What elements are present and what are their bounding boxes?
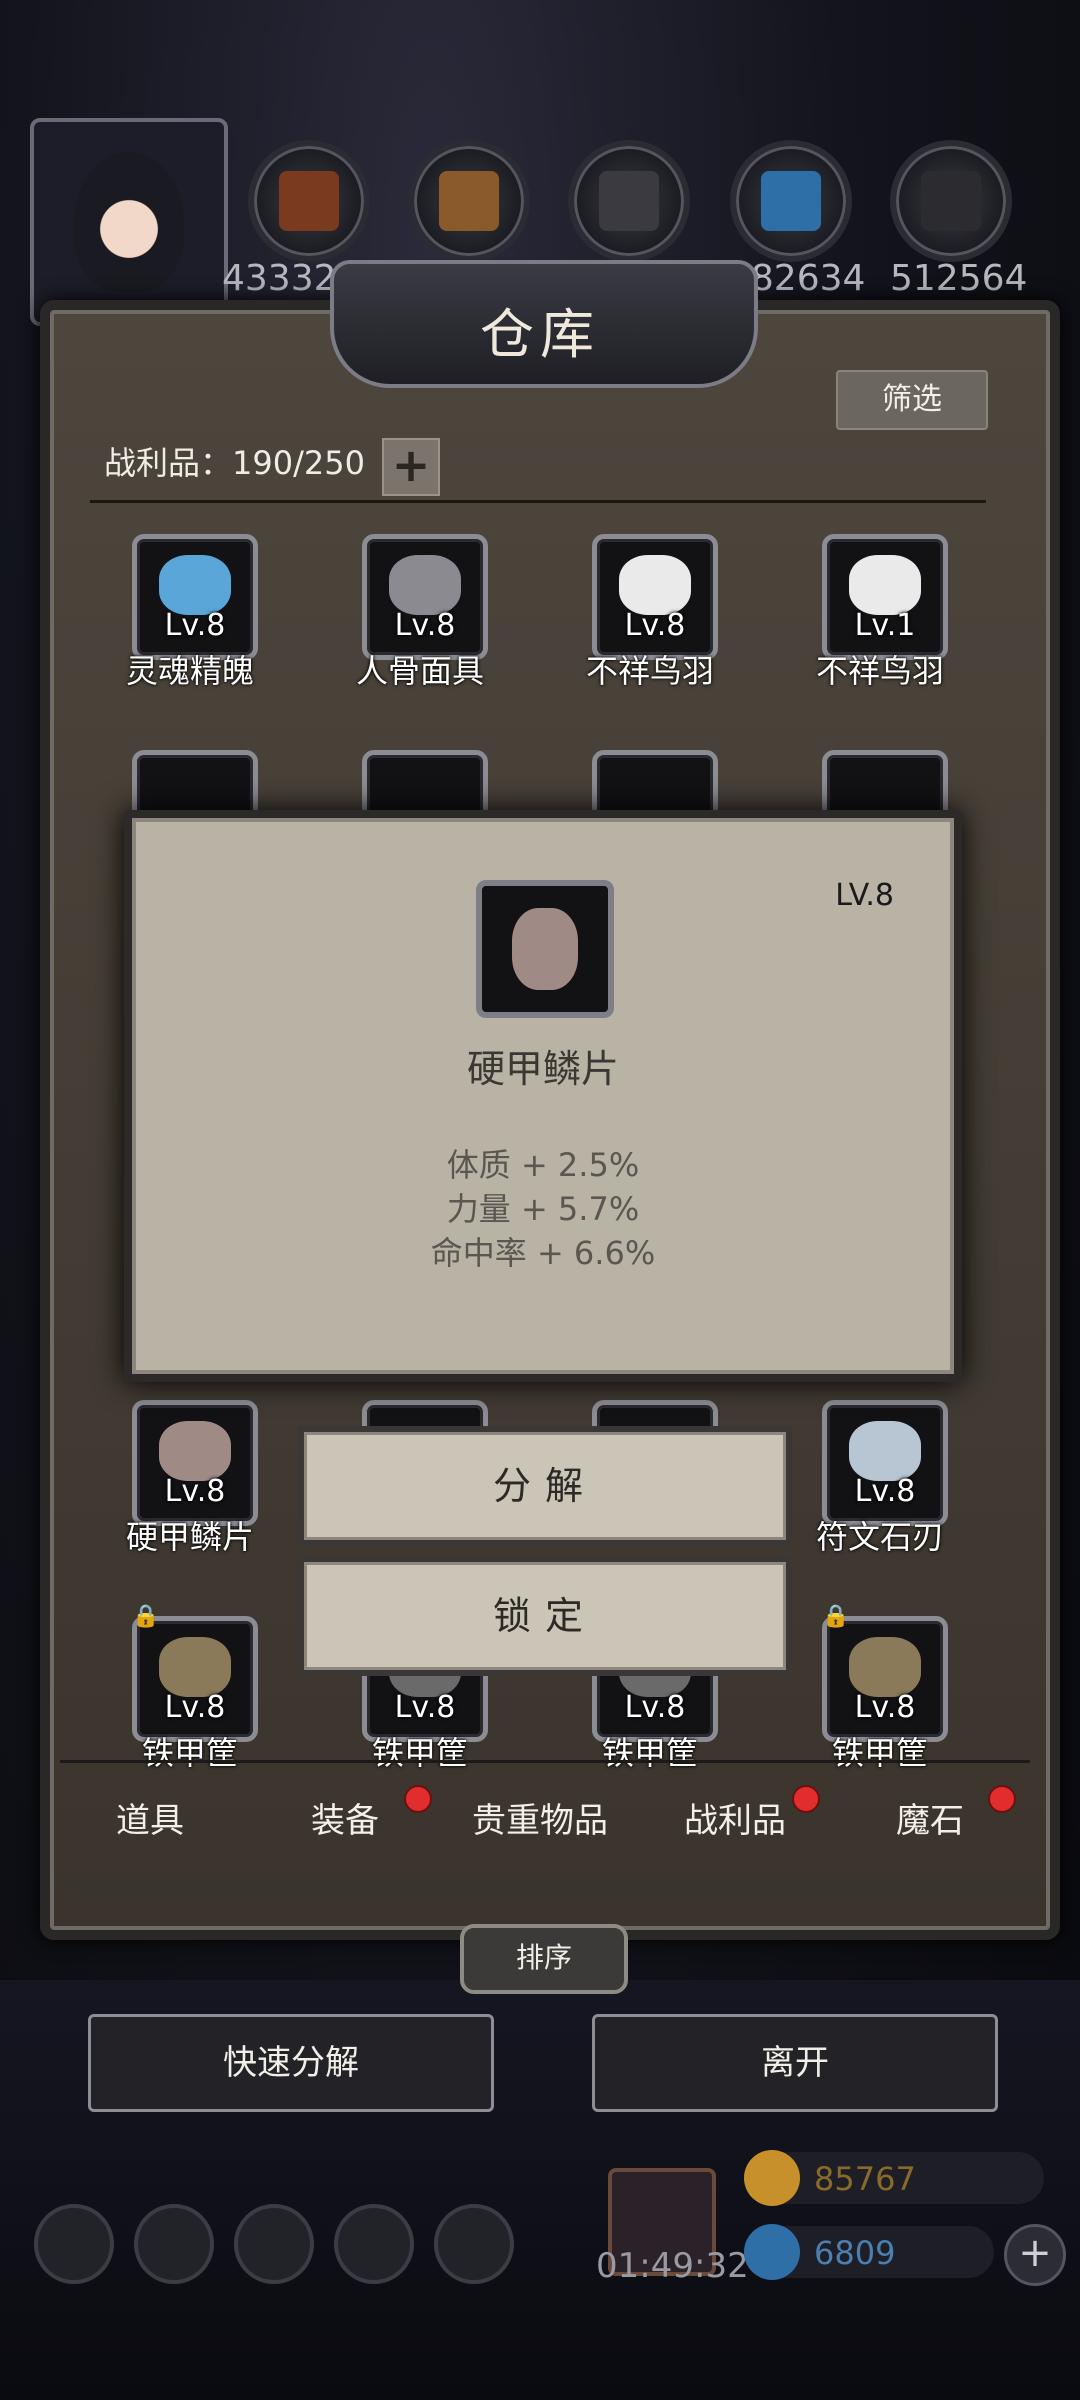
decompose-button[interactable]: 分解 [298, 1426, 792, 1546]
item-level: Lv.1 [854, 608, 916, 643]
page-title: 仓库 [480, 303, 600, 366]
item-slot[interactable]: Lv.8 硬甲鳞片 [92, 1400, 282, 1556]
modal-item-name: 硬甲鳞片 [466, 1047, 619, 1091]
item-level: Lv.8 [854, 1474, 916, 1509]
wood-icon [439, 171, 499, 231]
gem-icon [744, 2224, 800, 2280]
resource-leather[interactable] [248, 140, 370, 262]
item-name: 符文石刃 [815, 1518, 944, 1556]
armor-scale-icon [159, 1421, 231, 1481]
notification-dot [404, 1785, 432, 1813]
resource-iron[interactable] [568, 140, 690, 262]
gem-display: 6809 [744, 2224, 994, 2280]
iron-basket-icon [159, 1637, 231, 1697]
item-slot[interactable]: Lv.1 不祥鸟羽 [782, 534, 972, 690]
modal-item-frame [476, 880, 614, 1018]
resource-value: 512564 [890, 258, 1028, 299]
feather-icon [849, 555, 921, 615]
item-name: 不祥鸟羽 [585, 652, 714, 690]
modal-attribute: 体质 + 2.5% [446, 1146, 640, 1184]
item-level: Lv.8 [164, 608, 226, 643]
item-slot[interactable]: Lv.8 不祥鸟羽 [552, 534, 742, 690]
menu-icon[interactable] [434, 2204, 514, 2284]
item-slot[interactable]: 🔒 Lv.8 铁甲筐 [92, 1604, 282, 1772]
gold-coin-icon [744, 2150, 800, 2206]
avatar-portrait [74, 152, 184, 292]
notification-dot [792, 1785, 820, 1813]
item-name: 人骨面具 [355, 652, 484, 690]
category-tabs: 道具 装备 贵重物品 战利品 魔石 [60, 1760, 1030, 1883]
item-slot[interactable]: Lv.8 人骨面具 [322, 534, 512, 690]
bone-mask-icon [389, 555, 461, 615]
armor-scale-icon [512, 908, 578, 990]
lock-icon: 🔒 [822, 1604, 850, 1629]
gem-value: 6809 [814, 2234, 896, 2272]
leather-icon [279, 171, 339, 231]
item-level: Lv.8 [624, 608, 686, 643]
expand-capacity-button[interactable]: + [382, 438, 440, 496]
item-detail-modal: LV.8 硬甲鳞片 体质 + 2.5% 力量 + 5.7% 命中率 + 6.6% [124, 810, 962, 1382]
crystal-icon [761, 171, 821, 231]
filter-button[interactable]: 筛选 [836, 370, 988, 430]
leave-button[interactable]: 离开 [592, 2014, 998, 2112]
iron-icon [599, 171, 659, 231]
item-level: Lv.8 [854, 1690, 916, 1725]
sort-button[interactable]: 排序 [460, 1924, 628, 1994]
add-currency-button[interactable]: + [1004, 2224, 1066, 2286]
item-name: 硬甲鳞片 [125, 1518, 254, 1556]
player-avatar[interactable] [30, 118, 228, 326]
divider [90, 500, 986, 503]
resource-wood[interactable] [408, 140, 530, 262]
item-level: Lv.8 [164, 1690, 226, 1725]
item-level: Lv.8 [394, 1690, 456, 1725]
loot-count: 战利品：190/250 [104, 444, 365, 482]
lock-icon: 🔒 [132, 1604, 160, 1629]
menu-icon[interactable] [34, 2204, 114, 2284]
gold-display: 85767 [744, 2150, 1044, 2206]
tab-items[interactable]: 道具 [60, 1793, 240, 1842]
item-name: 不祥鸟羽 [815, 652, 944, 690]
notification-dot [988, 1785, 1016, 1813]
tab-valuables[interactable]: 贵重物品 [450, 1793, 630, 1842]
item-slot[interactable]: Lv.8 符文石刃 [782, 1400, 972, 1556]
modal-attribute: 力量 + 5.7% [446, 1190, 640, 1228]
menu-icon[interactable] [334, 2204, 414, 2284]
iron-basket-icon [849, 1637, 921, 1697]
item-slot[interactable]: 🔒 Lv.8 铁甲筐 [782, 1604, 972, 1772]
modal-attribute: 命中率 + 6.6% [430, 1234, 656, 1272]
item-slot[interactable]: Lv.8 灵魂精魄 [92, 534, 282, 690]
feather-icon [619, 555, 691, 615]
item-level: Lv.8 [394, 608, 456, 643]
quick-decompose-button[interactable]: 快速分解 [88, 2014, 494, 2112]
resource-steel[interactable] [890, 140, 1012, 262]
menu-icon[interactable] [234, 2204, 314, 2284]
lock-button[interactable]: 锁定 [298, 1556, 792, 1676]
rune-blade-icon [849, 1421, 921, 1481]
menu-icon[interactable] [134, 2204, 214, 2284]
soul-essence-icon [159, 555, 231, 615]
gold-value: 85767 [814, 2160, 916, 2198]
steel-icon [921, 171, 981, 231]
item-level: Lv.8 [624, 1690, 686, 1725]
item-name: 灵魂精魄 [125, 652, 254, 690]
resource-crystal[interactable] [730, 140, 852, 262]
item-level: Lv.8 [164, 1474, 226, 1509]
modal-item-level: LV.8 [835, 878, 894, 913]
gift-timer: 01:49:32 [596, 2246, 749, 2286]
